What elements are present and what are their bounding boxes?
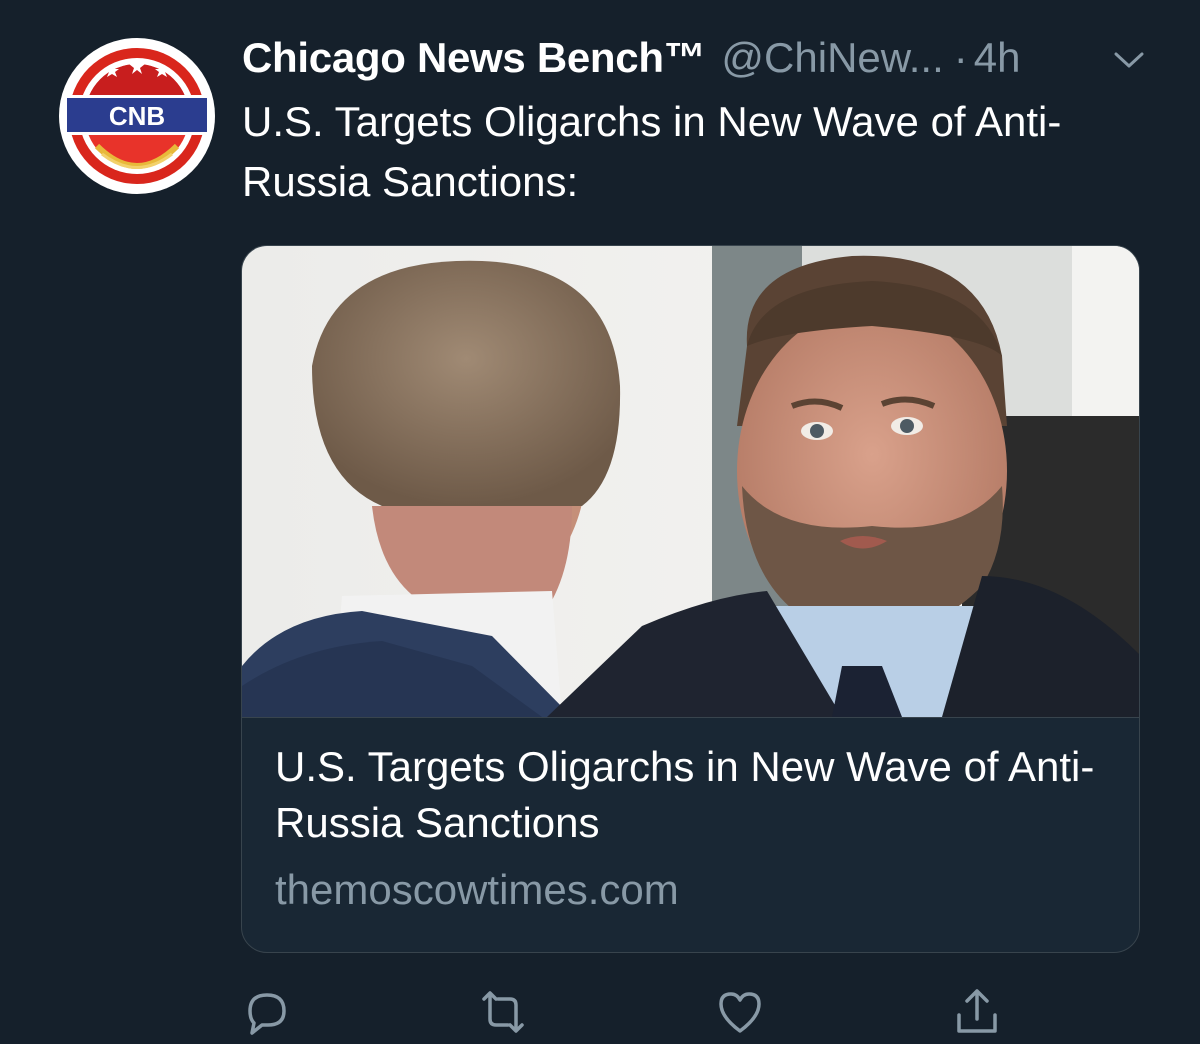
chevron-down-icon[interactable] bbox=[1112, 48, 1146, 72]
card-image bbox=[242, 246, 1139, 717]
separator: · bbox=[953, 34, 968, 81]
card-domain: themoscowtimes.com bbox=[275, 866, 679, 913]
tweet[interactable]: CNB Chicago News Bench™ @ChiNew... · 4h … bbox=[0, 0, 1200, 1039]
card-divider bbox=[242, 717, 1139, 718]
like-icon[interactable] bbox=[713, 985, 767, 1039]
tweet-header: Chicago News Bench™ @ChiNew... · 4h bbox=[242, 30, 1162, 86]
share-icon[interactable] bbox=[950, 985, 1004, 1039]
tweet-text: U.S. Targets Oligarchs in New Wave of An… bbox=[242, 98, 1062, 205]
avatar-text: CNB bbox=[109, 101, 165, 131]
timestamp[interactable]: 4h bbox=[974, 34, 1021, 82]
reply-icon[interactable] bbox=[240, 985, 294, 1039]
tweet-actions bbox=[0, 985, 1200, 1039]
handle[interactable]: @ChiNew... bbox=[721, 34, 943, 82]
avatar[interactable]: CNB bbox=[57, 36, 217, 196]
link-card[interactable]: U.S. Targets Oligarchs in New Wave of An… bbox=[241, 245, 1140, 953]
card-title[interactable]: U.S. Targets Oligarchs in New Wave of An… bbox=[275, 739, 1115, 851]
display-name[interactable]: Chicago News Bench™ bbox=[242, 34, 706, 82]
cnb-logo: CNB bbox=[59, 38, 215, 194]
retweet-icon[interactable] bbox=[476, 985, 530, 1039]
